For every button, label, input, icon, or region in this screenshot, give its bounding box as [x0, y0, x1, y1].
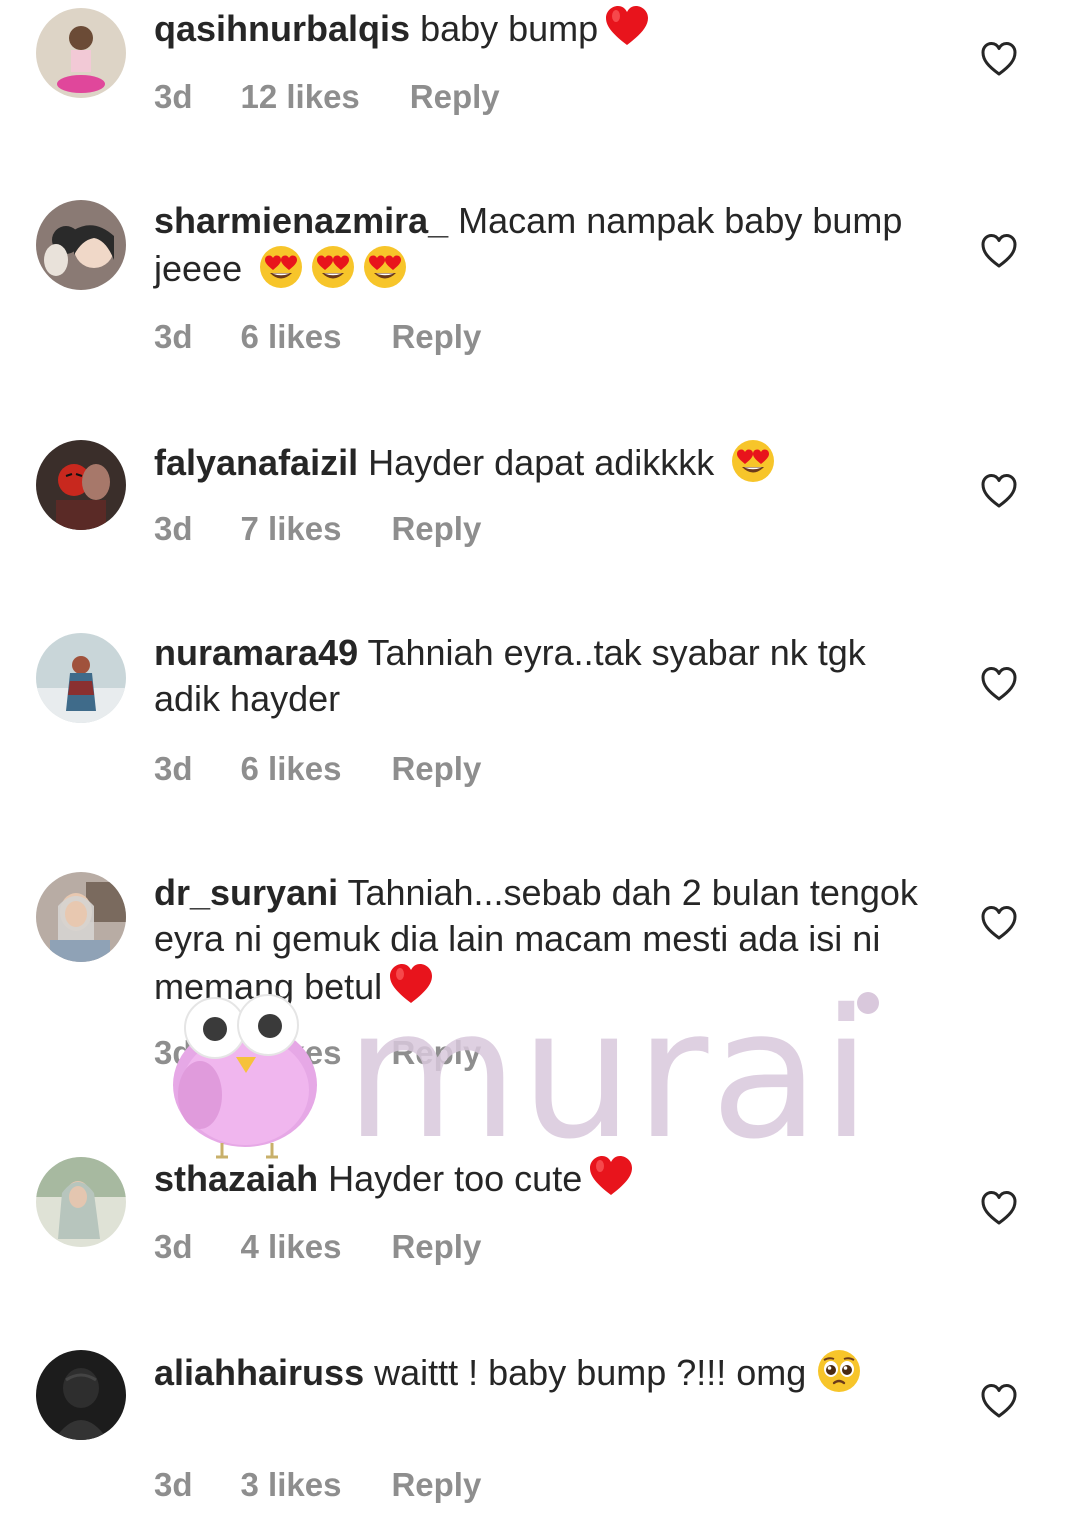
comment-likes-count[interactable]: 4 likes — [241, 1228, 342, 1266]
comment-text: sharmienazmira_ Macam nampak baby bump j… — [154, 198, 924, 292]
comment-text: aliahhairuss waittt ! baby bump ?!!! omg — [154, 1348, 924, 1396]
comment-message: baby bump — [420, 8, 599, 49]
comment-timestamp: 3d — [154, 1466, 193, 1503]
reply-button[interactable]: Reply — [410, 78, 500, 116]
reply-button[interactable]: Reply — [391, 510, 481, 548]
comment-timestamp: 3d — [154, 78, 193, 115]
comment-timestamp: 3d — [154, 1034, 193, 1071]
like-heart-icon[interactable] — [980, 1189, 1018, 1227]
like-heart-icon[interactable] — [980, 1382, 1018, 1420]
comment-message: waittt ! baby bump ?!!! omg — [374, 1352, 807, 1393]
avatar[interactable] — [36, 872, 126, 962]
comment-text: falyanafaizil Hayder dapat adikkkk — [154, 438, 924, 486]
comment-username[interactable]: qasihnurbalqis — [154, 8, 410, 49]
comment-timestamp: 3d — [154, 318, 193, 355]
comment-likes-count[interactable]: 6 likes — [241, 750, 342, 788]
avatar[interactable] — [36, 1157, 126, 1247]
comment-username[interactable]: aliahhairuss — [154, 1352, 364, 1393]
comment-likes-count[interactable]: 4 likes — [241, 1034, 342, 1072]
comment-meta: 3d 6 likes Reply — [154, 750, 481, 788]
comment-meta: 3d 12 likes Reply — [154, 78, 500, 116]
comment-likes-count[interactable]: 7 likes — [241, 510, 342, 548]
comment-meta: 3d 3 likes Reply — [154, 1466, 481, 1504]
heart-eyes-emoji-icon — [258, 244, 304, 290]
comment-text: dr_suryani Tahniah...sebab dah 2 bulan t… — [154, 870, 924, 1010]
heart-eyes-emoji-icon — [362, 244, 408, 290]
comment-meta: 3d 4 likes Reply — [154, 1228, 481, 1266]
comment-message: Hayder dapat adikkkk — [368, 442, 715, 483]
comment-username[interactable]: nuramara49 — [154, 632, 358, 673]
like-heart-icon[interactable] — [980, 665, 1018, 703]
avatar[interactable] — [36, 1350, 126, 1440]
comment-meta: 3d 4 likes Reply — [154, 1034, 481, 1072]
like-heart-icon[interactable] — [980, 904, 1018, 942]
comment-likes-count[interactable]: 12 likes — [241, 78, 360, 116]
comment-text: sthazaiah Hayder too cute — [154, 1154, 924, 1202]
comment-text: nuramara49 Tahniah eyra..tak syabar nk t… — [154, 630, 924, 722]
comment-timestamp: 3d — [154, 750, 193, 787]
like-heart-icon[interactable] — [980, 472, 1018, 510]
red-heart-emoji-icon — [388, 962, 434, 1008]
comment-timestamp: 3d — [154, 1228, 193, 1265]
red-heart-emoji-icon — [588, 1154, 634, 1200]
heart-eyes-emoji-icon — [730, 438, 776, 484]
like-heart-icon[interactable] — [980, 40, 1018, 78]
murai-watermark-logo: murai — [160, 985, 900, 1165]
comment-likes-count[interactable]: 6 likes — [241, 318, 342, 356]
heart-eyes-emoji-icon — [310, 244, 356, 290]
red-heart-emoji-icon — [604, 4, 650, 50]
comment-message: Hayder too cute — [328, 1158, 583, 1199]
watermark-text: murai — [345, 971, 873, 1178]
comment-username[interactable]: dr_suryani — [154, 872, 338, 913]
comment-timestamp: 3d — [154, 510, 193, 547]
comment-username[interactable]: sharmienazmira_ — [154, 200, 448, 241]
avatar[interactable] — [36, 633, 126, 723]
avatar[interactable] — [36, 440, 126, 530]
comment-meta: 3d 7 likes Reply — [154, 510, 481, 548]
reply-button[interactable]: Reply — [391, 750, 481, 788]
comment-text: qasihnurbalqis baby bump — [154, 4, 924, 52]
like-heart-icon[interactable] — [980, 232, 1018, 270]
pleading-face-emoji-icon — [816, 1348, 862, 1394]
reply-button[interactable]: Reply — [391, 1228, 481, 1266]
reply-button[interactable]: Reply — [391, 1466, 481, 1504]
reply-button[interactable]: Reply — [391, 318, 481, 356]
comment-meta: 3d 6 likes Reply — [154, 318, 481, 356]
avatar[interactable] — [36, 8, 126, 98]
comment-likes-count[interactable]: 3 likes — [241, 1466, 342, 1504]
comment-username[interactable]: sthazaiah — [154, 1158, 318, 1199]
comment-username[interactable]: falyanafaizil — [154, 442, 358, 483]
avatar[interactable] — [36, 200, 126, 290]
reply-button[interactable]: Reply — [391, 1034, 481, 1072]
